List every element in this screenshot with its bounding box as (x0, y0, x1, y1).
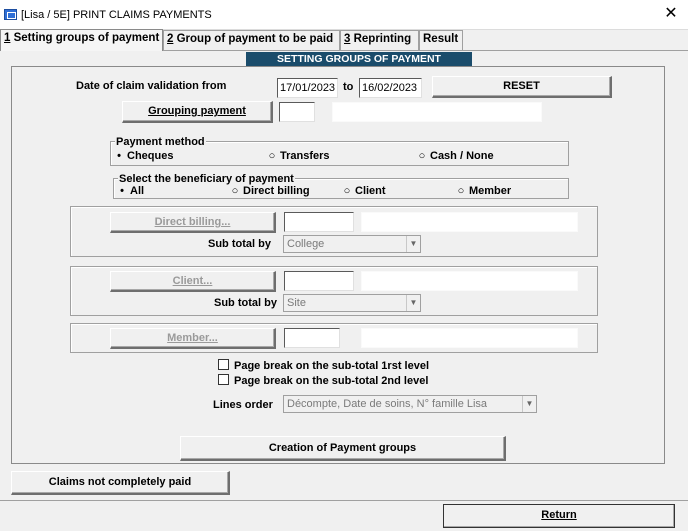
chevron-down-icon: ▼ (406, 236, 420, 252)
tab-label: Reprinting (350, 33, 412, 45)
radio-unselected-icon: ○ (268, 150, 276, 162)
radio-selected-icon: • (117, 150, 121, 162)
checkbox-page-break-1[interactable]: Page break on the sub-total 1rst level (218, 359, 429, 372)
tab-reprinting[interactable]: 3 Reprinting (340, 30, 419, 50)
member-code[interactable] (284, 328, 340, 348)
date-to-label: to (343, 81, 354, 93)
client-button[interactable]: Client... (110, 271, 276, 292)
creation-button-label: Creation of Payment groups (268, 442, 417, 454)
chevron-down-icon: ▼ (522, 396, 536, 412)
payment-method-title: Payment method (115, 136, 206, 148)
date-range-label: Date of claim validation from (76, 80, 227, 92)
grouping-payment-label: Grouping payment (148, 105, 246, 117)
date-to-field[interactable]: 16/02/2023 (359, 78, 422, 98)
radio-label: Cheques (127, 150, 174, 162)
direct-billing-button-label: Direct billing... (154, 216, 231, 228)
grouping-payment-code[interactable] (279, 102, 315, 122)
direct-billing-code[interactable] (284, 212, 354, 232)
grouping-payment-desc (332, 102, 542, 122)
window-title: [Lisa / 5E] PRINT CLAIMS PAYMENTS (21, 9, 212, 21)
app-icon (4, 9, 17, 20)
close-icon[interactable]: ✕ (656, 2, 686, 28)
client-code[interactable] (284, 271, 354, 291)
direct-billing-subtotal-label: Sub total by (208, 238, 271, 250)
tab-setting-groups[interactable]: 1 Setting groups of payment (0, 29, 163, 51)
lines-order-select[interactable]: Décompte, Date de soins, N° famille Lisa… (283, 395, 537, 413)
reset-button[interactable]: RESET (432, 76, 612, 98)
claims-not-completely-paid-button[interactable]: Claims not completely paid (11, 471, 230, 495)
claims-button-label: Claims not completely paid (48, 476, 192, 488)
select-value: College (287, 238, 325, 250)
radio-label: Client (355, 185, 386, 197)
return-button[interactable]: Return (443, 504, 675, 528)
radio-unselected-icon: ○ (418, 150, 426, 162)
tab-label: Setting groups of payment (10, 32, 160, 44)
member-desc (361, 328, 578, 348)
radio-unselected-icon: ○ (457, 185, 465, 197)
select-value: Site (287, 297, 306, 309)
bottom-divider (0, 500, 688, 501)
client-button-label: Client... (172, 275, 213, 287)
radio-label: Direct billing (243, 185, 310, 197)
grouping-payment-button[interactable]: Grouping payment (122, 101, 273, 123)
radio-transfers[interactable]: ○ Transfers (268, 150, 330, 162)
section-header: SETTING GROUPS OF PAYMENT (246, 52, 472, 66)
client-subtotal-label: Sub total by (214, 297, 277, 309)
checkbox-label: Page break on the sub-total 1rst level (234, 360, 430, 372)
radio-label: Transfers (280, 150, 330, 162)
creation-payment-groups-button[interactable]: Creation of Payment groups (180, 436, 506, 461)
checkbox-page-break-2[interactable]: Page break on the sub-total 2nd level (218, 374, 428, 387)
radio-label: Member (469, 185, 512, 197)
select-value: Décompte, Date de soins, N° famille Lisa (287, 398, 488, 410)
radio-unselected-icon: ○ (231, 185, 239, 197)
client-subtotal-select[interactable]: Site ▼ (283, 294, 421, 312)
radio-all[interactable]: • All (118, 185, 144, 197)
direct-billing-desc (361, 212, 578, 232)
date-from-field[interactable]: 17/01/2023 (277, 78, 338, 98)
return-button-label: Return (541, 509, 577, 521)
member-button[interactable]: Member... (110, 328, 276, 349)
chevron-down-icon: ▼ (406, 295, 420, 311)
checkbox-icon (218, 374, 229, 385)
checkbox-icon (218, 359, 229, 370)
beneficiary-title: Select the beneficiary of payment (118, 173, 295, 185)
radio-label: Cash / None (430, 150, 494, 162)
reset-button-label: RESET (503, 80, 540, 92)
tab-label: Result (423, 33, 459, 45)
direct-billing-subtotal-select[interactable]: College ▼ (283, 235, 421, 253)
client-desc (361, 271, 578, 291)
radio-cheques[interactable]: • Cheques (115, 150, 173, 162)
radio-cash-none[interactable]: ○ Cash / None (418, 150, 494, 162)
tab-result[interactable]: Result (419, 30, 463, 50)
radio-label: All (130, 185, 145, 197)
radio-client[interactable]: ○ Client (343, 185, 386, 197)
member-button-label: Member... (167, 332, 218, 344)
lines-order-label: Lines order (213, 399, 273, 411)
radio-selected-icon: • (120, 185, 124, 197)
radio-member[interactable]: ○ Member (457, 185, 512, 197)
checkbox-label: Page break on the sub-total 2nd level (234, 375, 429, 387)
tab-label: Group of payment to be paid (173, 33, 334, 45)
direct-billing-button[interactable]: Direct billing... (110, 212, 276, 233)
radio-unselected-icon: ○ (343, 185, 351, 197)
tab-group-to-be-paid[interactable]: 2 Group of payment to be paid (163, 30, 340, 50)
radio-direct-billing[interactable]: ○ Direct billing (231, 185, 310, 197)
